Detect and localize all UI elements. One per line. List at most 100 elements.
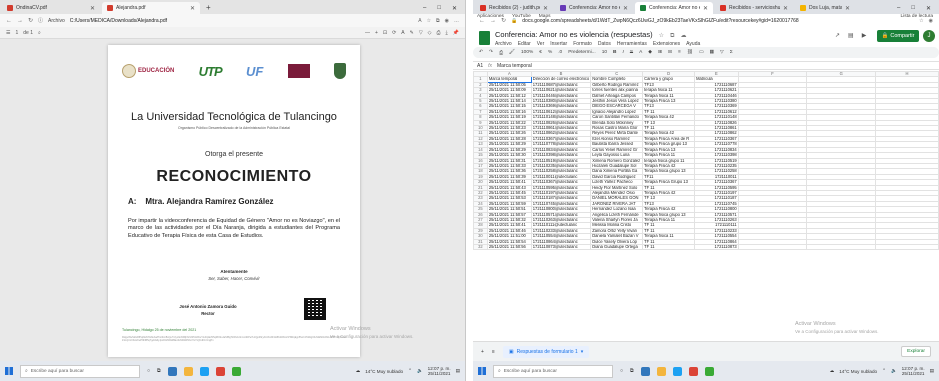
table-cell[interactable]: 25/11/2021 11:51:00 xyxy=(486,233,532,240)
table-cell[interactable]: 25/11/2021 11:50:28 xyxy=(486,135,532,143)
back-icon[interactable]: ← xyxy=(6,18,12,24)
formula-input[interactable]: Marca temporal xyxy=(497,63,532,69)
file-explorer-icon[interactable] xyxy=(183,366,193,376)
star-icon[interactable]: ☆ xyxy=(659,33,664,39)
edge-app-icon[interactable] xyxy=(167,366,177,376)
table-cell[interactable] xyxy=(875,243,939,251)
bookmark-item[interactable]: Aplicaciones xyxy=(477,14,504,19)
cortana-icon[interactable]: ○ xyxy=(620,368,623,374)
task-view-icon[interactable]: ⧉ xyxy=(157,368,161,374)
table-cell[interactable]: 25/11/2021 11:50:39 xyxy=(486,173,532,181)
table-cell[interactable]: Daniela Yamalet Bazan V xyxy=(590,233,644,240)
store-icon[interactable] xyxy=(672,366,682,376)
fill-color-icon[interactable]: ◆ xyxy=(648,50,652,55)
close-tab-icon[interactable]: ✕ xyxy=(623,5,628,12)
table-cell[interactable]: Dirección de correo electrónico xyxy=(530,76,592,83)
table-cell[interactable]: Dafnet Arteaga Campos xyxy=(590,92,644,100)
align-icon[interactable]: ≡ xyxy=(678,50,681,55)
more-menu-icon[interactable]: … xyxy=(454,18,459,24)
network-icon[interactable]: ⌃ xyxy=(882,368,886,374)
table-cell[interactable]: 1721110873 xyxy=(694,243,739,251)
table-cell[interactable]: Caron Santillan Fernando xyxy=(590,114,644,121)
functions-icon[interactable]: Σ xyxy=(730,50,733,55)
zoom-in-button[interactable]: + xyxy=(375,30,378,36)
table-cell[interactable]: Terapia Física grupo 13 xyxy=(642,141,696,148)
table-cell[interactable]: Gilberto Rodrigo Ramírez xyxy=(590,81,644,89)
bold-icon[interactable]: B xyxy=(613,50,616,55)
read-aloud-icon[interactable]: A xyxy=(418,18,421,24)
table-cell[interactable]: 25/11/2021 11:50:30 xyxy=(486,152,532,159)
new-tab-button[interactable]: + xyxy=(200,2,217,14)
browser-tab[interactable]: OndinaCV.pdf ✕ xyxy=(2,2,100,14)
decimals-icon[interactable]: .0 xyxy=(558,50,562,55)
comments-icon[interactable]: ▤ xyxy=(848,32,854,39)
table-cell[interactable]: Jesthin Jesús Vera López xyxy=(590,97,644,105)
paint-format-icon[interactable]: 🖌 xyxy=(509,50,515,55)
print-icon[interactable]: ⎙ xyxy=(499,50,503,56)
table-cell[interactable]: 25/11/2021 11:50:56 xyxy=(486,243,532,251)
windows-start-icon[interactable] xyxy=(5,367,13,375)
table-cell[interactable]: 25/11/2021 11:50:29 xyxy=(486,146,532,154)
zoom-out-button[interactable]: — xyxy=(365,30,370,36)
spreadsheet-grid[interactable]: A B C D E F G H 1 Marca temporal Direcci… xyxy=(473,71,939,341)
explore-button[interactable]: Explorar xyxy=(901,346,931,357)
address-url[interactable]: C:/Users/MEDICA/Downloads/Alejandra.pdf xyxy=(70,18,413,24)
table-cell[interactable]: David Garcia Rodriguez xyxy=(590,173,644,181)
browser-tab[interactable]: Dos Luja, matas hfrxv ✕ xyxy=(795,2,855,14)
info-icon[interactable]: ⓘ xyxy=(38,17,43,24)
search-icon[interactable]: ⌕ xyxy=(38,30,41,36)
network-icon[interactable]: ⌃ xyxy=(408,368,412,374)
table-cell[interactable] xyxy=(737,243,808,251)
table-cell[interactable]: 25/11/2021 11:50:23 xyxy=(486,125,532,132)
table-cell[interactable]: 25/11/2021 11:50:12 xyxy=(486,92,532,100)
close-tab-icon[interactable]: ✕ xyxy=(703,5,708,12)
table-cell[interactable]: Terapia Física Grupo 13 xyxy=(642,179,696,186)
page-number-input[interactable]: 1 xyxy=(15,30,18,36)
table-cell[interactable]: 25/11/2021 11:50:46 xyxy=(486,227,532,235)
favorite-star-icon[interactable]: ☆ xyxy=(427,18,431,24)
table-cell[interactable]: 25/11/2021 11:50:31 xyxy=(486,157,532,164)
filter-icon[interactable]: ▽ xyxy=(720,50,724,55)
bookmark-item[interactable]: Maps xyxy=(539,14,551,19)
table-cell[interactable]: 25/11/2021 11:50:33 xyxy=(486,162,532,170)
weather-icon[interactable]: ☁ xyxy=(830,368,835,374)
font-select[interactable]: Predetermi... xyxy=(568,50,595,55)
forward-icon[interactable]: → xyxy=(17,18,23,24)
currency-icon[interactable]: € xyxy=(539,50,542,55)
table-cell[interactable]: 25/11/2021 11:50:14 xyxy=(486,97,532,105)
table-cell[interactable]: Dulce Yasely Olvera Lóp xyxy=(590,238,644,246)
excel-app-icon[interactable] xyxy=(231,366,241,376)
table-cell[interactable]: 25/11/2021 11:50:22 xyxy=(486,119,532,127)
excel-app-icon[interactable] xyxy=(704,366,714,376)
browser-tab-active[interactable]: Alejandra.pdf ✕ xyxy=(102,2,200,14)
close-window-button[interactable]: ✕ xyxy=(452,5,457,12)
table-cell[interactable]: 25/11/2021 11:50:54 xyxy=(486,238,532,246)
chrome-app-icon[interactable] xyxy=(215,366,225,376)
windows-start-icon[interactable] xyxy=(478,367,486,375)
close-tab-icon[interactable]: ✕ xyxy=(90,5,95,12)
table-cell[interactable]: 25/11/2021 11:50:05 xyxy=(486,81,532,89)
link-icon[interactable]: ⛓ xyxy=(687,50,693,55)
contents-icon[interactable]: ☰ xyxy=(6,30,10,36)
document-title[interactable]: Conferencia: Amor no es violencia (respu… xyxy=(495,30,653,39)
activity-icon[interactable]: ↗ xyxy=(835,32,840,39)
weather-text[interactable]: 14°C Muy nublado xyxy=(839,369,877,374)
table-cell[interactable]: 25/11/2021 11:50:41 xyxy=(486,179,532,186)
sheets-logo-icon[interactable] xyxy=(479,31,490,45)
browser-tab-active[interactable]: Conferencia: Amor no es ✕ xyxy=(635,2,713,14)
table-cell[interactable]: Hiozareli Guadalupe Sol xyxy=(590,162,644,170)
comment-icon[interactable]: ▭ xyxy=(699,50,704,55)
edge-app-icon[interactable] xyxy=(640,366,650,376)
table-cell[interactable]: 25/11/2021 11:50:09 xyxy=(486,87,532,94)
print-icon[interactable]: ⎙ xyxy=(437,30,441,36)
merge-icon[interactable]: ⊟ xyxy=(668,50,672,55)
table-cell[interactable] xyxy=(806,243,877,251)
table-cell[interactable]: 25/11/2021 11:50:59 xyxy=(486,200,532,208)
weather-text[interactable]: 14°C Muy nublado xyxy=(365,369,403,374)
avatar[interactable]: J xyxy=(923,30,935,42)
table-cell[interactable]: 25/11/2021 11:50:32 xyxy=(486,216,532,224)
maximize-button[interactable]: □ xyxy=(437,5,441,11)
profile-icon[interactable]: ◉ xyxy=(445,18,449,24)
zoom-select[interactable]: 100% xyxy=(521,50,533,55)
save-icon[interactable]: ⤓ xyxy=(446,30,448,36)
